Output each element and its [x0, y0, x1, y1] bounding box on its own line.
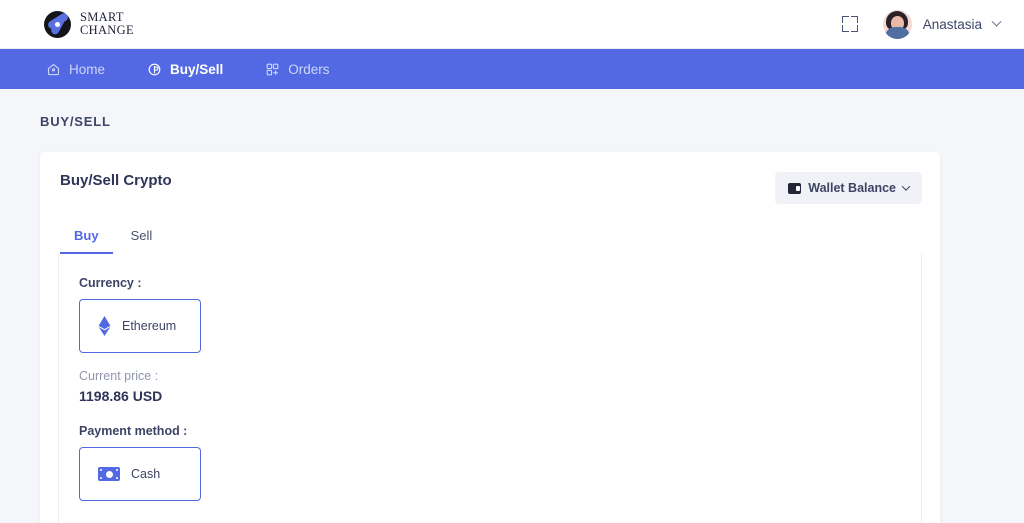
wallet-balance-label: Wallet Balance: [808, 181, 896, 195]
home-icon: [47, 63, 60, 75]
nav-item-orders-label: Orders: [288, 61, 330, 77]
main-navigation: Home Buy/Sell Orders: [0, 49, 1024, 89]
header-actions: Anastasia: [839, 9, 1002, 39]
currency-label: Currency :: [79, 276, 142, 290]
chevron-down-icon: [991, 16, 1002, 27]
tab-buy[interactable]: Buy: [60, 222, 113, 254]
fullscreen-icon[interactable]: [839, 13, 861, 35]
buy-sell-card: Buy/Sell Crypto Wallet Balance Buy Sell …: [40, 152, 940, 523]
tab-sell-label: Sell: [130, 228, 153, 243]
card-header: Buy/Sell Crypto Wallet Balance: [58, 172, 922, 204]
user-name-label: Anastasia: [922, 16, 982, 32]
current-price-label: Current price :: [79, 369, 159, 383]
nav-item-home-label: Home: [69, 61, 106, 77]
brand-name: SMART CHANGE: [80, 11, 134, 37]
buy-form-panel: Currency : Ethereum Current price : 1198…: [58, 254, 922, 523]
user-menu[interactable]: Anastasia: [882, 9, 1002, 39]
nav-item-orders[interactable]: Orders: [259, 49, 335, 89]
wallet-balance-button[interactable]: Wallet Balance: [775, 172, 922, 204]
user-avatar: [882, 9, 912, 39]
nav-item-buy-sell-label: Buy/Sell: [170, 61, 224, 77]
buy-sell-tabs: Buy Sell: [58, 222, 922, 254]
ethereum-icon: [98, 316, 111, 336]
current-price-value: 1198.86 USD: [79, 388, 163, 404]
wallet-icon: [788, 182, 802, 194]
brand-line-2: CHANGE: [80, 23, 134, 37]
chevron-down-icon: [901, 182, 911, 191]
top-header: SMART CHANGE Anastasia: [0, 0, 1024, 49]
tab-buy-label: Buy: [74, 228, 99, 243]
payment-method-label: Payment method :: [79, 424, 188, 438]
currency-option-ethereum[interactable]: Ethereum: [79, 299, 201, 353]
payment-option-cash[interactable]: Cash: [79, 447, 201, 501]
page-title: BUY/SELL: [40, 114, 111, 129]
tab-sell[interactable]: Sell: [117, 222, 167, 254]
smart-change-logo-icon: [44, 10, 71, 38]
nav-item-buy-sell[interactable]: Buy/Sell: [141, 49, 229, 89]
currency-option-label: Ethereum: [122, 319, 177, 333]
brand-logo[interactable]: SMART CHANGE: [44, 10, 134, 38]
nav-item-home[interactable]: Home: [40, 49, 111, 89]
payment-option-label: Cash: [131, 467, 161, 481]
card-title: Buy/Sell Crypto: [60, 172, 172, 189]
coin-icon: [148, 63, 161, 75]
cash-icon: [98, 467, 120, 481]
grid-plus-icon: [266, 63, 279, 75]
